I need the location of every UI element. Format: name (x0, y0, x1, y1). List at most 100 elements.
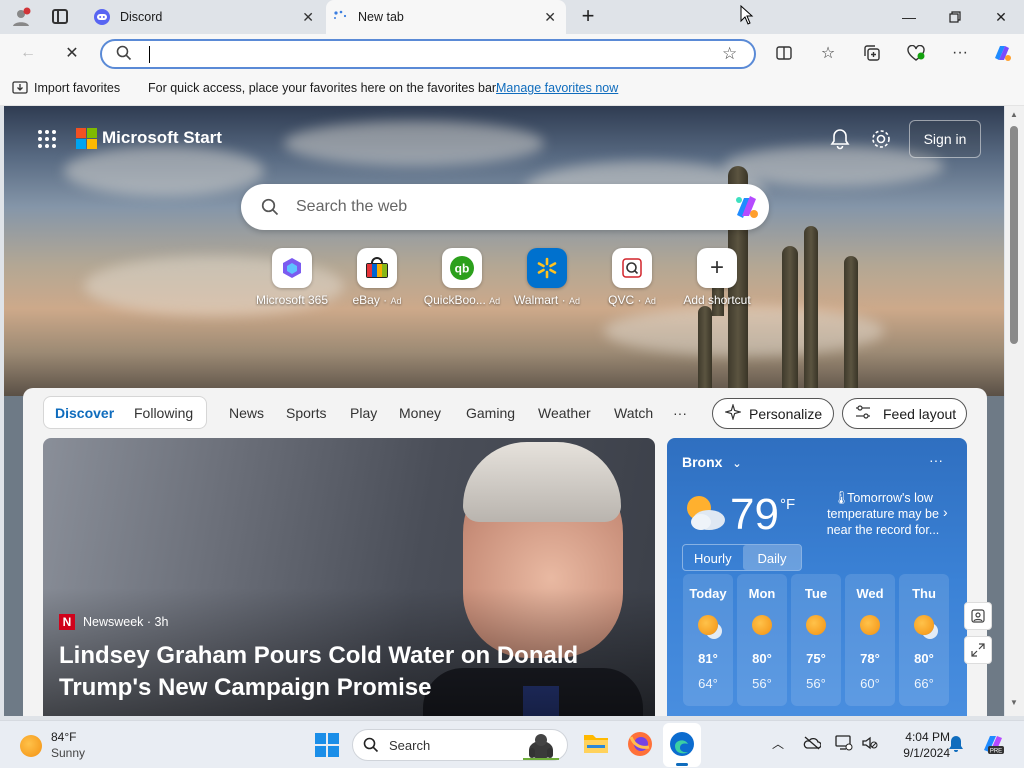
ebay-icon (357, 248, 397, 288)
shortcut-ebay[interactable]: eBay · Ad (332, 248, 422, 307)
tab-gaming[interactable]: Gaming (466, 405, 515, 421)
tab-discover[interactable]: Discover (55, 405, 114, 421)
tab-following[interactable]: Following (134, 405, 193, 421)
scrollbar-thumb[interactable] (1010, 126, 1018, 344)
forecast-day[interactable]: Thu 80° 66° (899, 574, 949, 706)
tab-news[interactable]: News (229, 405, 264, 421)
clock[interactable]: 4:04 PM 9/1/2024 (890, 729, 950, 761)
collections-icon[interactable] (856, 37, 888, 69)
day-name: Today (689, 586, 727, 601)
page-scrollbar[interactable]: ▲ ▼ (1005, 106, 1024, 716)
search-icon (116, 45, 132, 64)
low-temp: 64° (698, 676, 718, 691)
current-temperature: 79 (730, 490, 779, 539)
shortcut-walmart[interactable]: Walmart · Ad (502, 248, 592, 307)
sunny-icon (20, 735, 42, 757)
taskbar-search[interactable]: Search (352, 729, 568, 761)
forecast-day[interactable]: Wed 78° 60° (845, 574, 895, 706)
minimize-button[interactable]: — (886, 0, 932, 34)
tab-watch[interactable]: Watch (614, 405, 653, 421)
file-explorer-icon[interactable] (583, 731, 609, 758)
weather-more-icon[interactable]: ··· (929, 452, 943, 468)
close-window-button[interactable]: ✕ (978, 0, 1024, 34)
headline-card[interactable]: N Newsweek · 3h Lindsey Graham Pours Col… (43, 438, 655, 716)
web-search-box[interactable]: Search the web (241, 184, 769, 230)
tab-money[interactable]: Money (399, 405, 441, 421)
tab-new-tab[interactable]: New tab ✕ (326, 0, 566, 34)
weather-widget[interactable]: 84°F Sunny (18, 730, 138, 762)
tab-weather[interactable]: Weather (538, 405, 591, 421)
tab-discord[interactable]: Discord ✕ (86, 0, 324, 34)
scroll-up-icon[interactable]: ▲ (1010, 110, 1018, 119)
tab-sports[interactable]: Sports (286, 405, 326, 421)
favorite-star-icon[interactable]: ☆ (722, 44, 737, 64)
headline-title[interactable]: Lindsey Graham Pours Cold Water on Donal… (59, 640, 579, 704)
feed-layout-button[interactable]: Feed layout (842, 398, 967, 429)
restore-button[interactable] (932, 0, 978, 34)
tab-play[interactable]: Play (350, 405, 377, 421)
start-button[interactable] (315, 733, 339, 757)
app-launcher-icon[interactable] (38, 130, 56, 148)
close-tab-icon[interactable]: ✕ (302, 9, 314, 26)
chevron-down-icon: ⌄ (732, 458, 742, 470)
split-screen-icon[interactable] (768, 37, 800, 69)
forecast-day[interactable]: Mon 80° 56° (737, 574, 787, 706)
copilot-pre-icon[interactable]: PRE (980, 732, 1006, 759)
network-icon[interactable] (835, 735, 853, 754)
brand-title[interactable]: Microsoft Start (102, 128, 222, 148)
day-name: Mon (748, 586, 776, 601)
windows-taskbar: 84°F Sunny Search ︿ 4:04 PM 9/1/2024 PRE (0, 720, 1024, 768)
address-bar[interactable]: ☆ (100, 39, 756, 69)
favorites-icon[interactable]: ☆ (812, 37, 844, 69)
scroll-down-icon[interactable]: ▼ (1010, 698, 1018, 707)
onedrive-icon[interactable] (803, 736, 822, 753)
settings-gear-icon[interactable] (870, 128, 892, 153)
weather-condition: Sunny (51, 746, 86, 760)
back-arrow-icon[interactable]: ← (12, 37, 44, 69)
more-tabs-icon[interactable]: ··· (673, 405, 687, 421)
notifications-bell-icon[interactable] (830, 128, 850, 153)
shortcut-quickbooks[interactable]: qb QuickBoo... Ad (417, 248, 507, 307)
image-feedback-icon[interactable] (964, 602, 992, 630)
sliders-icon (855, 405, 871, 422)
notification-bell-icon[interactable] (948, 735, 964, 756)
edge-icon[interactable] (663, 723, 701, 767)
shortcut-microsoft-365[interactable]: Microsoft 365 (247, 248, 337, 307)
chevron-right-icon[interactable]: › (943, 504, 948, 520)
new-tab-button[interactable]: + (576, 5, 600, 29)
weather-note[interactable]: Tomorrow's low temperature may be near t… (823, 490, 943, 538)
hourly-tab[interactable]: Hourly (694, 551, 732, 566)
copilot-icon[interactable] (986, 37, 1018, 69)
show-hidden-icons[interactable]: ︿ (772, 735, 784, 752)
close-tab-icon[interactable]: ✕ (544, 9, 556, 26)
shortcut-label: eBay (352, 293, 380, 307)
shortcut-qvc[interactable]: QVC · Ad (587, 248, 677, 307)
location-selector[interactable]: Bronx ⌄ (682, 454, 742, 470)
firefox-icon[interactable] (627, 731, 653, 760)
news-feed: Discover Following News Sports Play Mone… (23, 388, 987, 716)
personalize-button[interactable]: Personalize (712, 398, 834, 429)
sign-in-button[interactable]: Sign in (909, 120, 981, 158)
forecast-day[interactable]: Tue 75° 56° (791, 574, 841, 706)
expand-icon[interactable] (964, 636, 992, 664)
stop-loading-icon[interactable]: ✕ (56, 37, 88, 69)
copilot-icon[interactable] (731, 193, 761, 224)
search-icon (363, 737, 379, 756)
more-options-icon[interactable]: ··· (944, 37, 976, 69)
manage-favorites-link[interactable]: Manage favorites now (496, 81, 618, 95)
volume-muted-icon[interactable] (861, 735, 879, 754)
import-favorites-link[interactable]: Import favorites (34, 81, 120, 95)
headline-source: Newsweek · 3h (83, 615, 169, 629)
weather-card[interactable]: Bronx ⌄ ··· 79 °F 🌡 Tomorrow's low tempe… (667, 438, 967, 716)
favorites-bar-message: For quick access, place your favorites h… (148, 81, 499, 95)
address-input[interactable] (142, 44, 702, 64)
shortcut-add[interactable]: + Add shortcut (672, 248, 762, 307)
tab-actions-icon[interactable] (52, 9, 68, 24)
daily-tab[interactable]: Daily (743, 545, 801, 570)
feed-layout-label: Feed layout (883, 405, 957, 422)
browser-essentials-icon[interactable] (900, 37, 932, 69)
daily-label: Daily (757, 551, 787, 566)
sunny-icon (806, 615, 826, 635)
profile-icon[interactable] (10, 6, 32, 28)
forecast-day[interactable]: Today 81° 64° (683, 574, 733, 706)
